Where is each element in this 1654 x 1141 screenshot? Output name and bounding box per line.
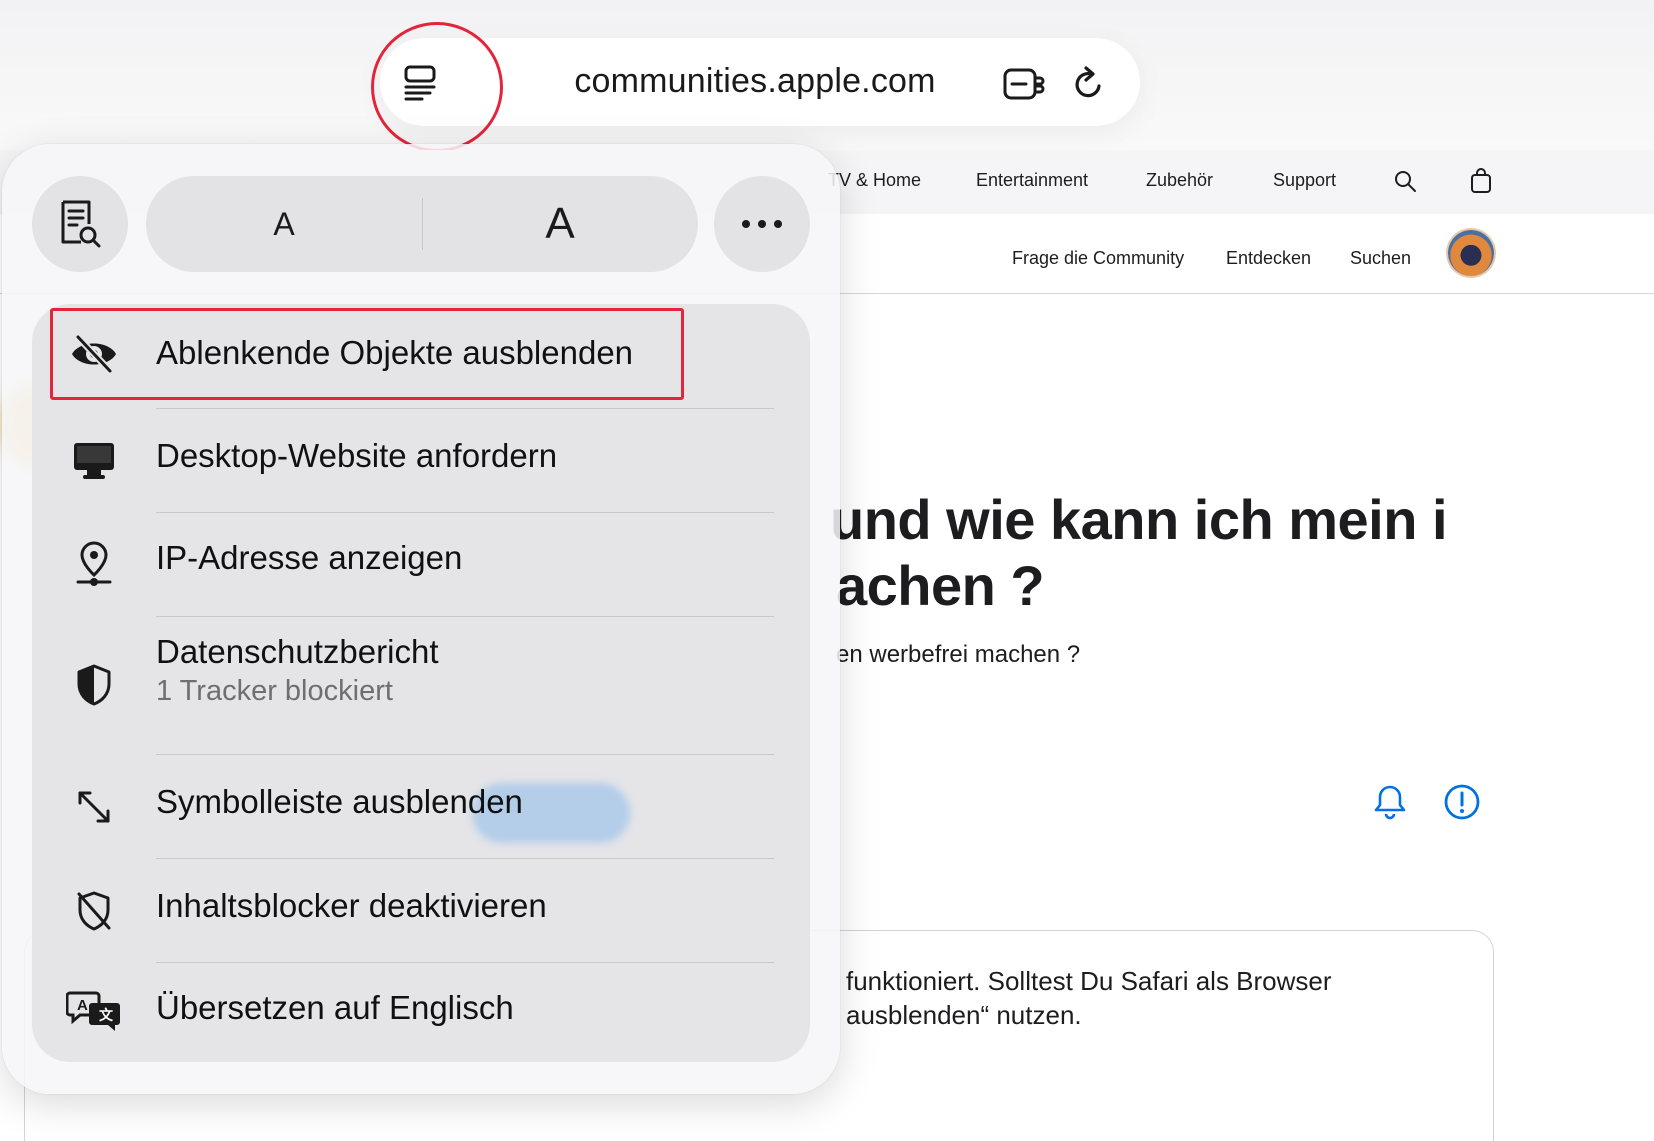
menu-item-request-desktop-site[interactable]: Desktop-Website anfordern (32, 409, 810, 512)
search-icon (1395, 171, 1416, 192)
menu-item-label: Datenschutzbericht (156, 633, 439, 670)
menu-item-sublabel: 1 Tracker blockiert (156, 675, 393, 707)
menu-item-label: Desktop-Website anfordern (156, 437, 558, 474)
url-text[interactable]: communities.apple.com (520, 62, 990, 101)
extension-button[interactable] (1000, 60, 1048, 108)
menu-item-hide-toolbar[interactable]: Symbolleiste ausblenden (32, 755, 810, 858)
location-pin-icon (66, 535, 122, 591)
page-menu-list: Ablenkende Objekte ausblenden Desktop-We… (32, 304, 810, 1062)
reload-icon (1075, 66, 1101, 98)
avatar[interactable] (1448, 230, 1494, 276)
report-icon[interactable] (1442, 782, 1482, 822)
bell-icon[interactable] (1370, 782, 1410, 822)
menu-item-translate[interactable]: A 文 Übersetzen auf Englisch (32, 963, 810, 1062)
browser-toolbar: communities.apple.com (0, 0, 1654, 152)
svg-text:文: 文 (99, 1007, 114, 1024)
shield-slash-icon (66, 883, 122, 939)
menu-item-privacy-report[interactable]: Datenschutzbericht 1 Tracker blockiert (32, 617, 810, 754)
resize-arrows-icon (66, 779, 122, 835)
menu-item-hide-distracting-items[interactable]: Ablenkende Objekte ausblenden (32, 304, 810, 408)
decrease-text-size-button[interactable]: A (146, 176, 422, 272)
question-title: und wie kann ich mein i achen ? (830, 487, 1650, 619)
menu-item-show-ip-address[interactable]: IP-Adresse anzeigen (32, 513, 810, 616)
nav-item-support[interactable]: Support (1273, 170, 1336, 191)
menu-item-label: IP-Adresse anzeigen (156, 539, 463, 576)
svg-text:A: A (77, 997, 88, 1014)
bag-icon (1471, 168, 1491, 193)
text-size-control: A A (146, 176, 698, 272)
ellipsis-icon (742, 220, 782, 228)
answer-line-2: ausblenden“ nutzen. (846, 1000, 1082, 1030)
menu-item-label: Übersetzen auf Englisch (156, 989, 514, 1026)
nav-item-entertainment[interactable]: Entertainment (976, 170, 1088, 191)
page-menu-popover: A A Ablenkende Objekte ausblenden Deskto… (2, 144, 840, 1094)
more-button[interactable] (714, 176, 810, 272)
increase-text-size-button[interactable]: A (422, 176, 698, 272)
nav-frage-die-community[interactable]: Frage die Community (1012, 248, 1184, 269)
answer-text: funktioniert. Solltest Du Safari als Bro… (846, 964, 1496, 1032)
highlight-circle-annotation (371, 22, 503, 152)
question-title-line-2: achen ? (836, 554, 1045, 617)
translate-icon: A 文 (66, 983, 122, 1039)
reload-button[interactable] (1065, 60, 1113, 108)
nav-item-tv-home[interactable]: TV & Home (828, 170, 921, 191)
bag-button[interactable] (1464, 164, 1498, 198)
nav-item-zubehoer[interactable]: Zubehör (1146, 170, 1213, 191)
nav-entdecken[interactable]: Entdecken (1226, 248, 1311, 269)
desktop-icon (66, 433, 122, 489)
menu-item-disable-content-blockers[interactable]: Inhaltsblocker deaktivieren (32, 859, 810, 962)
nav-suchen[interactable]: Suchen (1350, 248, 1411, 269)
question-title-line-1: und wie kann ich mein i (830, 488, 1448, 551)
extension-icon (1003, 68, 1045, 100)
reader-button[interactable] (32, 176, 128, 272)
reader-search-icon (61, 200, 101, 248)
question-subtitle: en werbefrei machen ? (836, 641, 1081, 668)
menu-item-label: Inhaltsblocker deaktivieren (156, 887, 547, 924)
menu-item-label: Symbolleiste ausblenden (156, 783, 523, 820)
search-button[interactable] (1388, 164, 1422, 198)
answer-line-1: funktioniert. Solltest Du Safari als Bro… (846, 966, 1332, 996)
highlight-rect-annotation (50, 308, 684, 400)
privacy-shield-icon (66, 657, 122, 713)
